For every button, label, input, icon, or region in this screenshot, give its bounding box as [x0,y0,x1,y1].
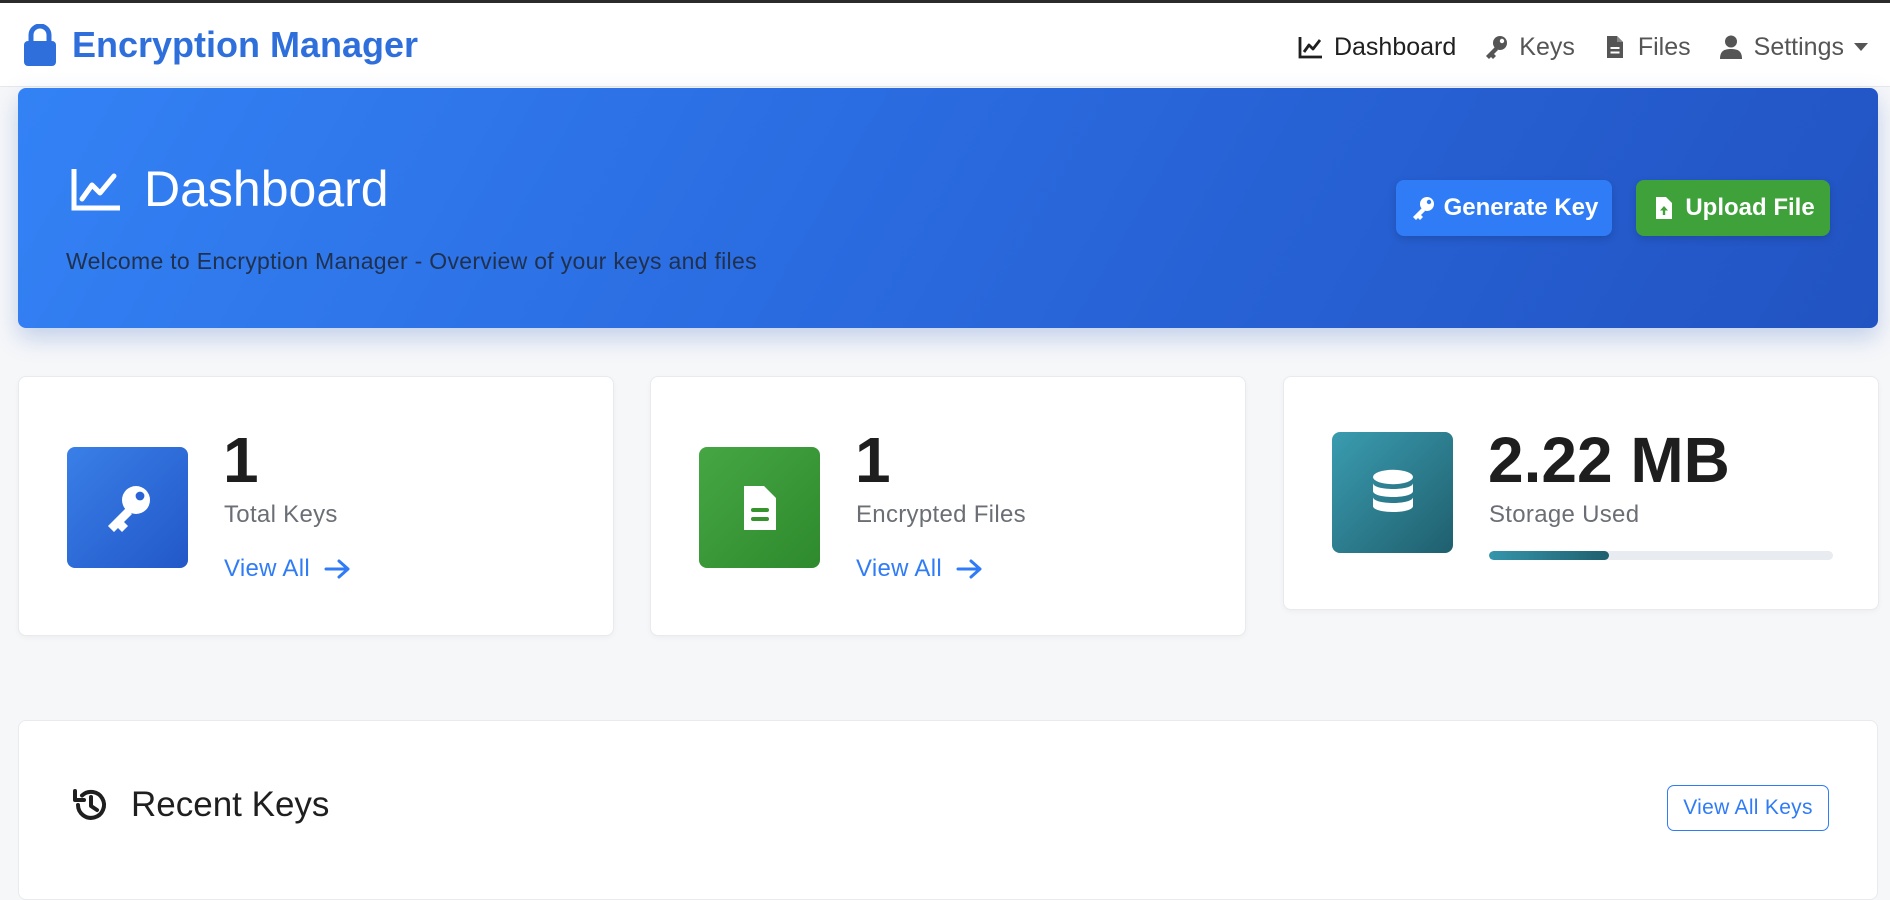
user-icon [1719,35,1742,59]
brand-title: Encryption Manager [72,24,419,65]
storage-progress-bar [1489,551,1833,560]
stat-card-files: 1 Encrypted Files View All [650,376,1246,636]
stat-icon-tile [1332,432,1453,553]
recent-keys-title: Recent Keys [71,785,329,825]
view-all-keys-button[interactable]: View All Keys [1667,785,1829,831]
stat-label: Total Keys [224,501,338,528]
page-title: Dashboard [70,160,389,218]
database-icon [1372,469,1413,512]
nav-item-label: Dashboard [1333,32,1457,61]
stat-icon-tile [67,447,188,568]
history-icon [73,789,106,820]
chart-line-icon [1298,37,1322,59]
view-all-keys-link[interactable]: View All [224,555,352,583]
page-title-text: Dashboard [144,161,389,217]
stat-value: 1 [223,424,259,496]
navbar: Encryption Manager Dashboard Keys Files … [0,3,1890,87]
file-upload-icon [1656,197,1673,219]
lock-icon [24,24,56,66]
view-all-files-link[interactable]: View All [856,555,984,583]
upload-file-button[interactable]: Upload File [1636,180,1830,236]
stat-label: Encrypted Files [856,501,1026,528]
storage-progress-fill [1489,551,1610,560]
nav-item-label: Settings [1753,32,1844,61]
key-icon [1412,197,1434,220]
key-icon [107,485,150,532]
nav-item-settings[interactable]: Settings [1718,33,1868,62]
nav-item-keys[interactable]: Keys [1483,33,1575,62]
chevron-down-icon [1854,43,1868,51]
stat-card-keys: 1 Total Keys View All [18,376,614,636]
page-subtitle: Welcome to Encryption Manager - Overview… [66,248,757,274]
generate-key-label: Generate Key [1443,194,1599,221]
upload-file-label: Upload File [1685,194,1815,221]
nav-item-label: Keys [1519,32,1575,61]
recent-keys-title-text: Recent Keys [131,785,330,824]
chart-line-icon [71,169,120,211]
file-icon [743,485,776,530]
stat-icon-tile [699,447,820,568]
file-icon [1606,36,1623,58]
key-icon [1486,36,1508,59]
stat-label: Storage Used [1489,501,1640,528]
generate-key-button[interactable]: Generate Key [1396,180,1612,236]
stat-value: 1 [855,424,891,496]
dashboard-hero: Dashboard Welcome to Encryption Manager … [18,88,1878,328]
nav-item-files[interactable]: Files [1602,33,1691,62]
arrow-right-icon [956,559,982,579]
view-all-label: View All [224,555,311,582]
brand[interactable]: Encryption Manager [24,23,418,67]
arrow-right-icon [324,559,350,579]
stat-card-storage: 2.22 MB Storage Used [1283,376,1879,610]
nav-item-label: Files [1637,32,1691,61]
view-all-label: View All [856,555,943,582]
nav-item-dashboard[interactable]: Dashboard [1298,33,1456,62]
stat-value: 2.22 MB [1488,424,1730,496]
main-nav: Dashboard Keys Files Settings [1271,25,1868,69]
recent-keys-panel: Recent Keys View All Keys [18,720,1878,900]
